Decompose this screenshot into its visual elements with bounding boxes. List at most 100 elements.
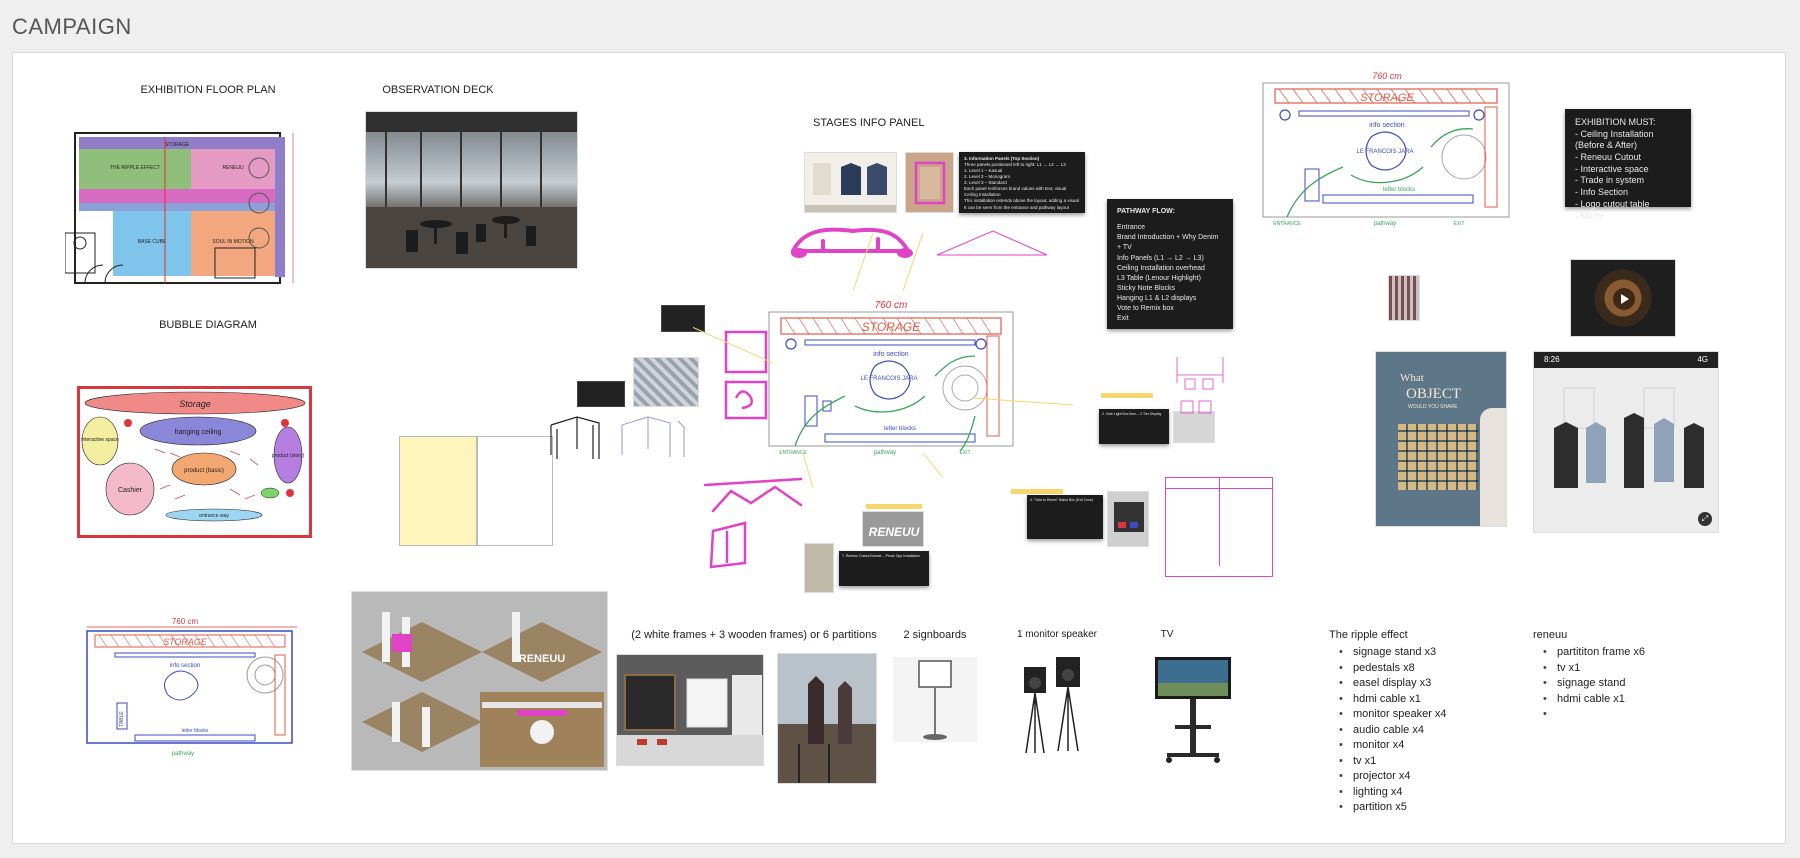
magenta-hanger-sketch[interactable] <box>1171 353 1229 445</box>
must-item-1: - Ceiling Installation (Before & After) <box>1575 128 1654 151</box>
ripple-item-8: tv x1 <box>1329 754 1489 770</box>
ripple-item-10: lighting x4 <box>1329 785 1489 801</box>
video-thumbnail[interactable] <box>1570 259 1676 337</box>
whiteboard[interactable]: EXHIBITION FLOOR PLAN OBSERVATION DECK S… <box>12 52 1786 844</box>
sketch-small-letters-text: letter blocks <box>182 728 209 734</box>
ripple-item-2: pedestals x8 <box>1329 661 1489 677</box>
reneuu-item-4: hdmi cable x1 <box>1533 692 1693 708</box>
tv-stand-photo[interactable] <box>1153 655 1233 765</box>
board-yellow-panel[interactable] <box>399 436 477 546</box>
sketch-tr-storage-text: STORAGE <box>1360 92 1414 104</box>
vote-remix-card[interactable]: 4. "Vote to Remix" Ballot Box (Exit Zone… <box>1027 495 1103 539</box>
ripple-item-7: monitor x4 <box>1329 738 1489 754</box>
bubble-cashier-text: Cashier <box>118 487 143 494</box>
bubble-diagram[interactable]: Storage hanging ceiling interactive spac… <box>77 386 312 538</box>
label-signboards: 2 signboards <box>903 629 967 641</box>
sketch-main-storage-text: STORAGE <box>862 320 921 334</box>
floor-plan-soul-text: SOUL IN MOTION <box>212 239 254 245</box>
wall-person <box>1480 408 1506 526</box>
phone-status-bar: 8:26 4G <box>1534 352 1718 368</box>
exhibition-must-card[interactable]: EXHIBITION MUST: - Ceiling Installation … <box>1565 109 1691 221</box>
ripple-item-1: signage stand x3 <box>1329 645 1489 661</box>
magenta-stairs-sketch[interactable] <box>701 471 821 571</box>
wall-text-line2: OBJECT <box>1406 386 1462 402</box>
cutout-card-title: 7. Reneuu Cutout Banner – Photo Opp Inst… <box>842 554 921 558</box>
stage-photo-jackets[interactable] <box>804 152 897 213</box>
thumb-note-1[interactable] <box>661 305 705 332</box>
installation-photo[interactable] <box>777 653 877 784</box>
sketch-tr-letters-text: letter blocks <box>1383 187 1415 193</box>
bubble-basic-text: product (basic) <box>184 468 224 474</box>
thumb-note-2[interactable] <box>577 381 625 407</box>
bubble-interactive-text: interactive space <box>81 437 119 443</box>
vote-card-title: 2. Vote Light Box Item – 3 Tier Display <box>1102 412 1162 416</box>
pathway-card-text: Entrance Brand Introduction + Why Denim … <box>1117 224 1219 323</box>
reneuu-3d-renders[interactable]: RENEUU <box>351 591 608 771</box>
label-observation-deck: OBSERVATION DECK <box>382 84 494 96</box>
cutout-photo[interactable] <box>804 543 834 593</box>
sketch-tr-dim-text: 760 cm <box>1372 71 1402 81</box>
reneuu-list-title: reneuu <box>1533 629 1568 641</box>
expand-icon[interactable]: ⤢ <box>1698 512 1712 526</box>
clothing-photo-grid[interactable] <box>633 357 699 407</box>
ripple-item-11: partition x5 <box>1329 800 1489 816</box>
sticky-note-1[interactable] <box>1101 393 1153 398</box>
sketch-small-info-text: info section <box>170 663 200 669</box>
layout-sketch-small[interactable]: 760 cm STORAGE info section TABLE letter… <box>75 615 313 760</box>
phone-screenshot[interactable]: 8:26 4G ⤢ <box>1533 351 1719 533</box>
hanging-display-photo[interactable] <box>1388 275 1420 321</box>
must-item-6: - Logo cutout table <box>1575 198 1650 209</box>
magenta-truss-sketch[interactable] <box>783 221 923 265</box>
label-frames: (2 white frames + 3 wooden frames) or 6 … <box>631 629 877 641</box>
reneuu-banner-photo[interactable]: RENEUU <box>862 511 924 547</box>
floor-plan-image[interactable]: STORAGE THE RIPPLE EFFECT RENEUU BASE CU… <box>65 113 335 293</box>
must-item-3: - Interactive space <box>1575 163 1649 174</box>
magenta-triangle-sketch[interactable] <box>933 227 1053 261</box>
ripple-list-title: The ripple effect <box>1329 629 1408 641</box>
reneuu-item-2: tv x1 <box>1533 661 1693 677</box>
partition-sketch-dark[interactable] <box>547 415 603 463</box>
wall-notes-grid <box>1398 424 1478 490</box>
monitor-speaker-photo[interactable] <box>1018 653 1098 757</box>
must-item-4: - Trade in system <box>1575 175 1645 186</box>
object-wall-photo[interactable]: What OBJECT WOULD YOU SHARE <box>1375 351 1507 527</box>
vote-lightbox-card[interactable]: 2. Vote Light Box Item – 3 Tier Display <box>1099 409 1169 444</box>
play-icon[interactable] <box>1613 288 1635 310</box>
sticky-note-2[interactable] <box>866 504 922 509</box>
layout-sketch-top-right[interactable]: 760 cm STORAGE info section LE FRANCOIS … <box>1259 69 1517 227</box>
banner-brand-text: RENEUU <box>869 525 920 539</box>
floor-plan-ripple-text: THE RIPPLE EFFECT <box>110 165 160 171</box>
board-white-panel[interactable] <box>477 436 553 546</box>
ripple-item-6: audio cable x4 <box>1329 723 1489 739</box>
sketch-tr-brand-text: LE FRANCOIS JARA <box>1356 149 1413 155</box>
reneuu-item-3: signage stand <box>1533 676 1693 692</box>
sticky-note-3[interactable] <box>1011 489 1063 494</box>
cutout-banner-card[interactable]: 7. Reneuu Cutout Banner – Photo Opp Inst… <box>839 551 929 586</box>
observation-deck-photo[interactable] <box>365 111 578 269</box>
must-item-7: - Mirror <box>1575 210 1604 221</box>
pathway-flow-card[interactable]: PATHWAY FLOW: Entrance Brand Introductio… <box>1107 199 1233 329</box>
sketch-small-storage-text: STORAGE <box>163 637 208 647</box>
canvas-app: CAMPAIGN EXHIBITION FLOOR PLAN OBSERVATI… <box>0 0 1800 858</box>
pathway-card-title: PATHWAY FLOW: <box>1117 208 1175 215</box>
phone-signal: 4G <box>1697 355 1708 364</box>
layout-sketch-main[interactable]: 760 cm STORAGE info section LE FRANCOIS … <box>765 296 1017 456</box>
reneuu-item-1: partititon frame x6 <box>1533 645 1693 661</box>
ballot-box-photo[interactable] <box>1107 491 1149 547</box>
magenta-cabinet-sketch[interactable] <box>1165 477 1273 577</box>
label-tv: TV <box>1160 629 1174 640</box>
sketch-tr-exit-text: EXIT <box>1453 221 1464 227</box>
sketch-main-info-text: info section <box>873 351 909 358</box>
remix-card-title: 4. "Vote to Remix" Ballot Box (Exit Zone… <box>1030 498 1093 502</box>
ripple-item-4: hdmi cable x1 <box>1329 692 1489 708</box>
label-monitor-speaker: 1 monitor speaker <box>1016 629 1098 640</box>
sketch-small-pathway-text: pathway <box>172 751 194 757</box>
stage-photo-frame[interactable] <box>905 152 954 213</box>
info-panel-card[interactable]: 3. Information Panels (Top Section) Thre… <box>959 152 1085 213</box>
signboard-photo[interactable] <box>893 657 977 742</box>
frames-photo[interactable] <box>616 654 764 766</box>
floor-plan-reneuu-text: RENEUU <box>222 165 244 171</box>
partition-sketch-blue[interactable] <box>618 413 690 465</box>
must-card-title: EXHIBITION MUST: <box>1575 117 1656 127</box>
ripple-item-5: monitor speaker x4 <box>1329 707 1489 723</box>
